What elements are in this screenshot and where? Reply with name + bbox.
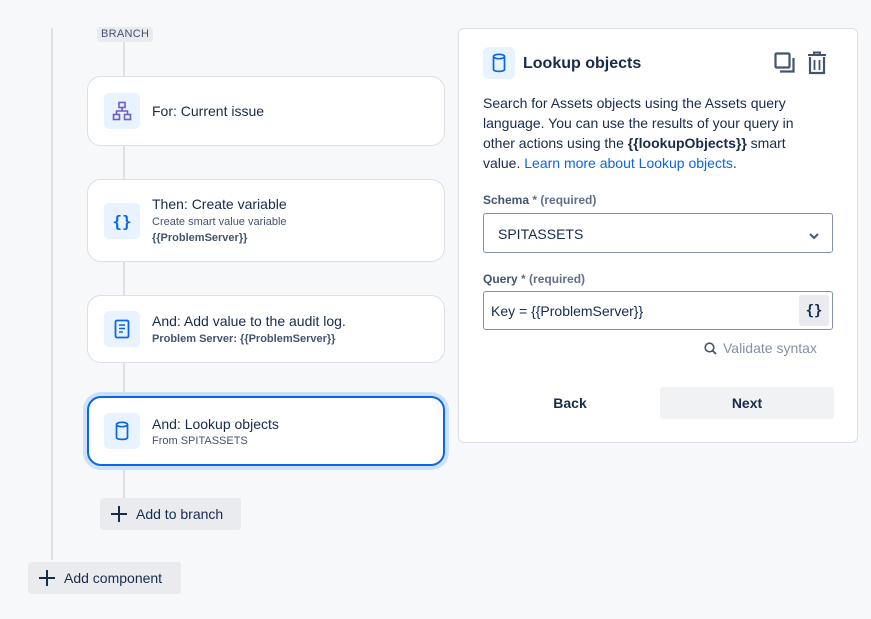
database-icon [104, 413, 140, 449]
step-card-create-variable[interactable]: {} Then: Create variable Create smart va… [87, 179, 445, 262]
query-label: Query * (required) [483, 272, 585, 286]
step-card-for-current-issue[interactable]: For: Current issue [87, 76, 445, 146]
component-rail [51, 28, 53, 560]
step-detail: Problem Server: {{ProblemServer}} [152, 333, 336, 345]
add-to-branch-button[interactable]: Add to branch [100, 498, 241, 530]
curly-braces-icon: {} [104, 203, 140, 239]
lookup-objects-panel: Lookup objects Search for Assets objects… [458, 28, 858, 443]
smart-value-name: {{lookupObjects}} [627, 135, 747, 151]
step-title: Then: Create variable [152, 196, 287, 212]
step-subtitle: From SPITASSETS [152, 435, 248, 447]
validate-syntax-button[interactable]: Validate syntax [704, 339, 817, 357]
step-card-audit-log[interactable]: And: Add value to the audit log. Problem… [87, 295, 445, 363]
plus-icon [110, 505, 128, 526]
query-value: Key = {{ProblemServer}} [491, 303, 644, 319]
search-icon [704, 341, 717, 355]
add-component-label: Add component [64, 570, 163, 586]
branch-icon [104, 93, 140, 129]
audit-log-icon [104, 311, 140, 347]
schema-label-text: Schema [483, 193, 530, 207]
required-marker: * (required) [532, 193, 597, 207]
learn-more-link[interactable]: Learn more about Lookup objects [524, 155, 733, 171]
step-card-lookup-objects[interactable]: And: Lookup objects From SPITASSETS [87, 396, 445, 466]
connector-line [123, 466, 125, 499]
database-icon [483, 47, 515, 79]
panel-title: Lookup objects [523, 55, 642, 72]
query-input[interactable]: Key = {{ProblemServer}} {} [483, 291, 833, 330]
step-title: For: Current issue [152, 103, 265, 119]
add-to-branch-label: Add to branch [136, 506, 224, 522]
step-subtitle: Create smart value variable [152, 216, 287, 228]
step-detail: {{ProblemServer}} [152, 232, 248, 244]
step-title: And: Add value to the audit log. [152, 313, 346, 329]
description-text: . [732, 155, 737, 171]
back-button[interactable]: Back [483, 387, 657, 419]
chevron-down-icon [808, 228, 820, 244]
connector-line [123, 146, 125, 179]
trash-icon[interactable] [806, 50, 830, 76]
copy-icon[interactable] [773, 51, 797, 75]
required-marker: * (required) [521, 272, 586, 286]
schema-label: Schema * (required) [483, 193, 596, 207]
next-button[interactable]: Next [660, 387, 834, 419]
plus-icon [38, 569, 56, 590]
validate-syntax-label: Validate syntax [723, 340, 817, 356]
connector-line [123, 42, 125, 76]
step-title: And: Lookup objects [152, 416, 279, 432]
branch-chip: BRANCH [97, 27, 154, 42]
query-label-text: Query [483, 272, 518, 286]
schema-value: SPITASSETS [498, 226, 584, 242]
add-component-button[interactable]: Add component [28, 562, 181, 594]
connector-line [123, 262, 125, 295]
panel-description: Search for Assets objects using the Asse… [483, 93, 823, 173]
schema-select[interactable]: SPITASSETS [483, 213, 833, 253]
smart-value-button[interactable]: {} [799, 295, 829, 326]
connector-line [123, 363, 125, 396]
